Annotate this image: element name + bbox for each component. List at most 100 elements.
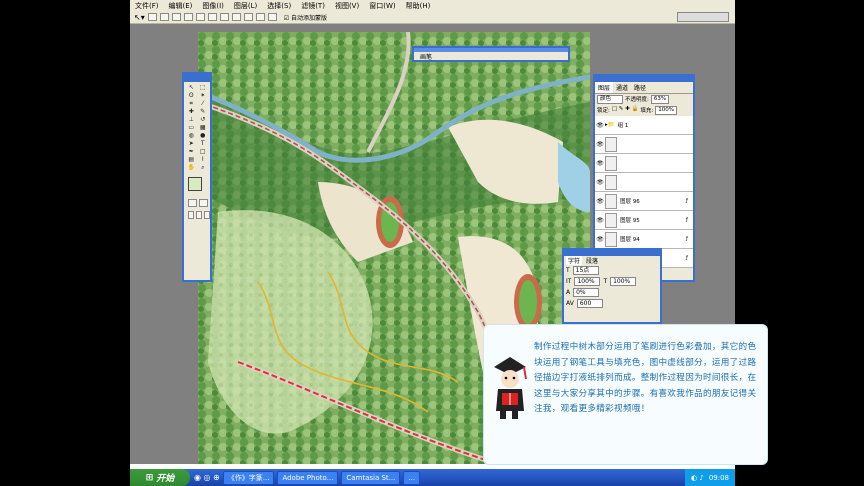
kerning-icon: AV (566, 300, 574, 307)
hand-tool-icon[interactable]: ✋ (186, 164, 197, 171)
tab-paths[interactable]: 路径 (631, 82, 649, 93)
eraser-tool-icon[interactable]: ▭ (186, 124, 197, 131)
fx-icon: ƒ (686, 255, 688, 261)
eye-icon[interactable]: 👁 (595, 236, 605, 243)
brush-tool-icon[interactable]: ✎ (198, 108, 209, 115)
menu-edit[interactable]: 编辑(E) (164, 1, 198, 11)
magic-wand-tool-icon[interactable]: ✶ (198, 92, 209, 99)
slice-tool-icon[interactable]: ⁄ (198, 100, 209, 107)
quick-launch-icons[interactable]: ◉ ◎ ⊕ (194, 473, 220, 482)
taskbar-item[interactable]: ... (403, 470, 421, 485)
layer-row[interactable]: 👁 (595, 154, 693, 173)
gradient-tool-icon[interactable]: ▦ (198, 124, 209, 131)
taskbar-item[interactable]: Camtasia St... (341, 470, 401, 485)
tools-title-bar[interactable] (184, 74, 210, 82)
shape-tool-icon[interactable]: □ (198, 148, 209, 155)
option-button[interactable] (243, 13, 253, 21)
cartoon-mascot-icon (494, 357, 527, 419)
layer-group-name: 组 1 (617, 123, 629, 129)
option-button[interactable] (219, 13, 229, 21)
tutorial-info-box: 制作过程中树木部分运用了笔刷进行色彩叠加，其它的色块运用了钢笔工具与填充色，图中… (483, 324, 768, 465)
layer-row[interactable]: 👁 图层 95 ƒ (595, 211, 693, 230)
vertical-scale-input[interactable]: 100% (574, 277, 601, 286)
start-button[interactable]: ⊞ 开始 (130, 469, 190, 486)
menu-filter[interactable]: 滤镜(T) (296, 1, 330, 11)
menu-file[interactable]: 文件(F) (130, 1, 164, 11)
eyedropper-tool-icon[interactable]: ⌇ (198, 156, 209, 163)
clock: 09:08 (708, 473, 729, 482)
fill-label: 填充: (640, 108, 654, 114)
option-button[interactable] (207, 13, 217, 21)
tab-layers[interactable]: 图层 (595, 82, 614, 93)
move-tool-icon[interactable]: ↖ (186, 84, 197, 91)
tab-paragraph[interactable]: 段落 (586, 256, 598, 265)
marquee-tool-icon[interactable]: ⬚ (198, 84, 209, 91)
crop-tool-icon[interactable]: ⌗ (186, 100, 197, 107)
option-button[interactable] (267, 13, 277, 21)
layer-name: 图层 96 (620, 199, 640, 205)
layer-row[interactable]: 👁 (595, 173, 693, 192)
tab-channels[interactable]: 通道 (613, 82, 631, 93)
opacity-input[interactable]: 63% (650, 95, 670, 104)
lasso-tool-icon[interactable]: ʘ (186, 92, 197, 99)
eye-icon[interactable]: 👁 (595, 122, 605, 129)
lock-icons[interactable]: □ ✎ ✚ 🔒 (612, 106, 639, 115)
option-button[interactable] (183, 13, 193, 21)
option-button[interactable] (195, 13, 205, 21)
path-tool-icon[interactable]: ➤ (186, 140, 197, 147)
eye-icon[interactable]: 👁 (595, 160, 605, 167)
fx-icon: ƒ (686, 198, 688, 204)
tools-palette: ↖ ⬚ ʘ ✶ ⌗ ⁄ ✚ ✎ ⊥ ↺ ▭ ▦ ◍ ● ➤ T ✒ □ ▤ ⌇ … (182, 72, 212, 282)
screen-mode-buttons[interactable] (188, 211, 210, 219)
layer-row[interactable]: 👁 图层 96 ƒ (595, 192, 693, 211)
tracking-icon: T (603, 278, 608, 285)
kerning-input[interactable]: 600 (576, 299, 603, 308)
menu-image[interactable]: 图像(I) (197, 1, 229, 11)
fx-icon: ƒ (686, 236, 688, 242)
zoom-tool-icon[interactable]: ⌕ (198, 164, 209, 171)
brush-palette-window[interactable]: 画笔 (412, 46, 570, 62)
menu-select[interactable]: 选择(S) (262, 1, 296, 11)
fill-input[interactable]: 100% (655, 106, 677, 115)
tracking-input[interactable]: 100% (610, 277, 637, 286)
layer-group-row[interactable]: 👁 ▸📁 组 1 (595, 116, 693, 135)
menu-view[interactable]: 视图(V) (330, 1, 364, 11)
taskbar-item[interactable]: 《作》字篆... (222, 470, 275, 485)
palette-well[interactable] (677, 12, 729, 22)
menu-layer[interactable]: 图层(L) (229, 1, 262, 11)
eye-icon[interactable]: 👁 (595, 217, 605, 224)
tray-icons[interactable]: ◐ ♪ (691, 474, 704, 482)
auto-mask-checkbox[interactable]: ☑ 自动添加蒙版 (284, 13, 327, 22)
quick-mask-buttons[interactable] (188, 199, 210, 207)
pen-tool-icon[interactable]: ✒ (186, 148, 197, 155)
eye-icon[interactable]: 👁 (595, 141, 605, 148)
menu-window[interactable]: 窗口(W) (364, 1, 400, 11)
healing-tool-icon[interactable]: ✚ (186, 108, 197, 115)
font-size-input[interactable]: 15点 (572, 266, 599, 275)
layer-row[interactable]: 👁 图层 94 ƒ (595, 230, 693, 249)
menu-help[interactable]: 帮助(H) (401, 1, 436, 11)
eye-icon[interactable]: 👁 (595, 198, 605, 205)
tab-character[interactable]: 字符 (566, 256, 583, 265)
tool-preset-icon[interactable]: ↖▾ (134, 13, 145, 22)
taskbar-item[interactable]: Adobe Photo... (277, 470, 339, 485)
type-tool-icon[interactable]: T (198, 140, 209, 147)
option-button[interactable] (147, 13, 157, 21)
eye-icon[interactable]: 👁 (595, 179, 605, 186)
baseline-input[interactable]: 0% (573, 288, 600, 297)
windows-logo-icon: ⊞ (145, 472, 154, 483)
option-button[interactable] (171, 13, 181, 21)
option-button[interactable] (159, 13, 169, 21)
opacity-label: 不透明度: (625, 97, 649, 103)
option-button[interactable] (231, 13, 241, 21)
stamp-tool-icon[interactable]: ⊥ (186, 116, 197, 123)
dodge-tool-icon[interactable]: ● (198, 132, 209, 139)
layer-row[interactable]: 👁 (595, 135, 693, 154)
blend-mode-select[interactable]: 颜色 (597, 95, 623, 104)
foreground-color-swatch[interactable] (188, 177, 202, 191)
history-brush-icon[interactable]: ↺ (198, 116, 209, 123)
blur-tool-icon[interactable]: ◍ (186, 132, 197, 139)
option-button[interactable] (255, 13, 265, 21)
system-tray: ◐ ♪ 09:08 (685, 469, 735, 486)
notes-tool-icon[interactable]: ▤ (186, 156, 197, 163)
